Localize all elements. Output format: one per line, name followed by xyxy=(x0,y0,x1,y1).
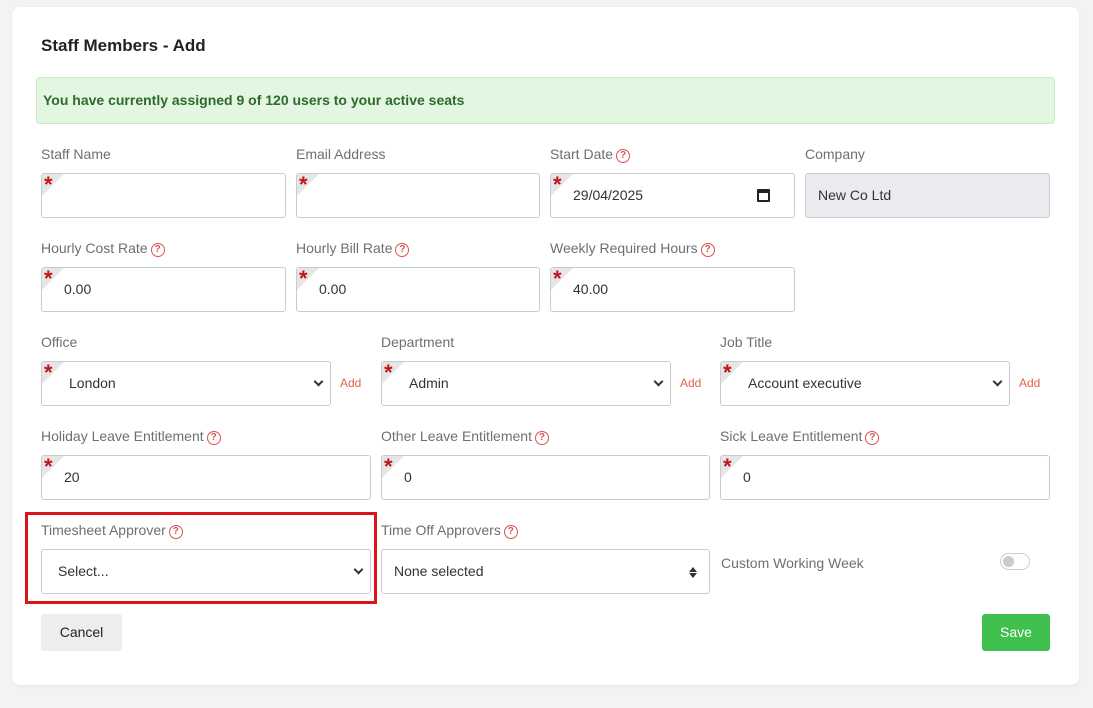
help-icon[interactable]: ? xyxy=(206,431,221,445)
email-label: Email Address xyxy=(296,146,386,162)
department-label: Department xyxy=(381,334,455,350)
company-label: Company xyxy=(805,146,865,162)
sick-leave-label: Sick Leave Entitlement? xyxy=(720,427,880,445)
chevron-down-icon xyxy=(992,376,1003,387)
cancel-button[interactable]: Cancel xyxy=(41,614,122,651)
calendar-icon[interactable] xyxy=(757,189,770,202)
add-job-title-link[interactable]: Add xyxy=(1019,376,1040,390)
office-label: Office xyxy=(41,334,78,350)
time-off-approvers-select[interactable]: None selected xyxy=(381,549,710,594)
add-office-link[interactable]: Add xyxy=(340,376,361,390)
hourly-cost-input[interactable]: 0.00 xyxy=(41,267,286,312)
chevron-down-icon xyxy=(653,376,664,387)
other-leave-label: Other Leave Entitlement? xyxy=(381,427,549,445)
hourly-bill-label: Hourly Bill Rate? xyxy=(296,239,410,257)
toggle-knob xyxy=(1003,556,1014,567)
sick-leave-input[interactable]: 0 xyxy=(720,455,1050,500)
weekly-hours-input[interactable]: 40.00 xyxy=(550,267,795,312)
add-department-link[interactable]: Add xyxy=(680,376,701,390)
page-title: Staff Members - Add xyxy=(41,36,206,55)
staff-name-label: Staff Name xyxy=(41,146,111,162)
time-off-approvers-label: Time Off Approvers? xyxy=(381,521,518,539)
help-icon[interactable]: ? xyxy=(534,431,549,445)
holiday-leave-input[interactable]: 20 xyxy=(41,455,371,500)
help-icon[interactable]: ? xyxy=(395,243,410,257)
chevron-down-icon xyxy=(313,376,324,387)
email-input[interactable] xyxy=(296,173,540,218)
company-field: New Co Ltd xyxy=(805,173,1050,218)
help-icon[interactable]: ? xyxy=(700,243,715,257)
start-date-input[interactable]: 29/04/2025 xyxy=(550,173,795,218)
custom-working-week-toggle[interactable] xyxy=(1000,553,1030,570)
weekly-hours-label: Weekly Required Hours? xyxy=(550,239,715,257)
department-select[interactable]: Admin xyxy=(381,361,671,406)
help-icon[interactable]: ? xyxy=(150,243,165,257)
help-icon[interactable]: ? xyxy=(865,431,880,445)
start-date-label: Start Date? xyxy=(550,145,631,163)
help-icon[interactable]: ? xyxy=(616,149,631,163)
office-select[interactable]: London xyxy=(41,361,331,406)
holiday-leave-label: Holiday Leave Entitlement? xyxy=(41,427,221,445)
custom-working-week-label: Custom Working Week xyxy=(721,555,864,571)
job-title-select[interactable]: Account executive xyxy=(720,361,1010,406)
seats-alert: You have currently assigned 9 of 120 use… xyxy=(36,77,1055,124)
staff-name-input[interactable] xyxy=(41,173,286,218)
job-title-label: Job Title xyxy=(720,334,773,350)
sort-arrows-icon xyxy=(689,565,697,579)
hourly-cost-label: Hourly Cost Rate? xyxy=(41,239,165,257)
hourly-bill-input[interactable]: 0.00 xyxy=(296,267,540,312)
highlight-box xyxy=(25,512,377,604)
save-button[interactable]: Save xyxy=(982,614,1050,651)
help-icon[interactable]: ? xyxy=(503,525,518,539)
other-leave-input[interactable]: 0 xyxy=(381,455,710,500)
